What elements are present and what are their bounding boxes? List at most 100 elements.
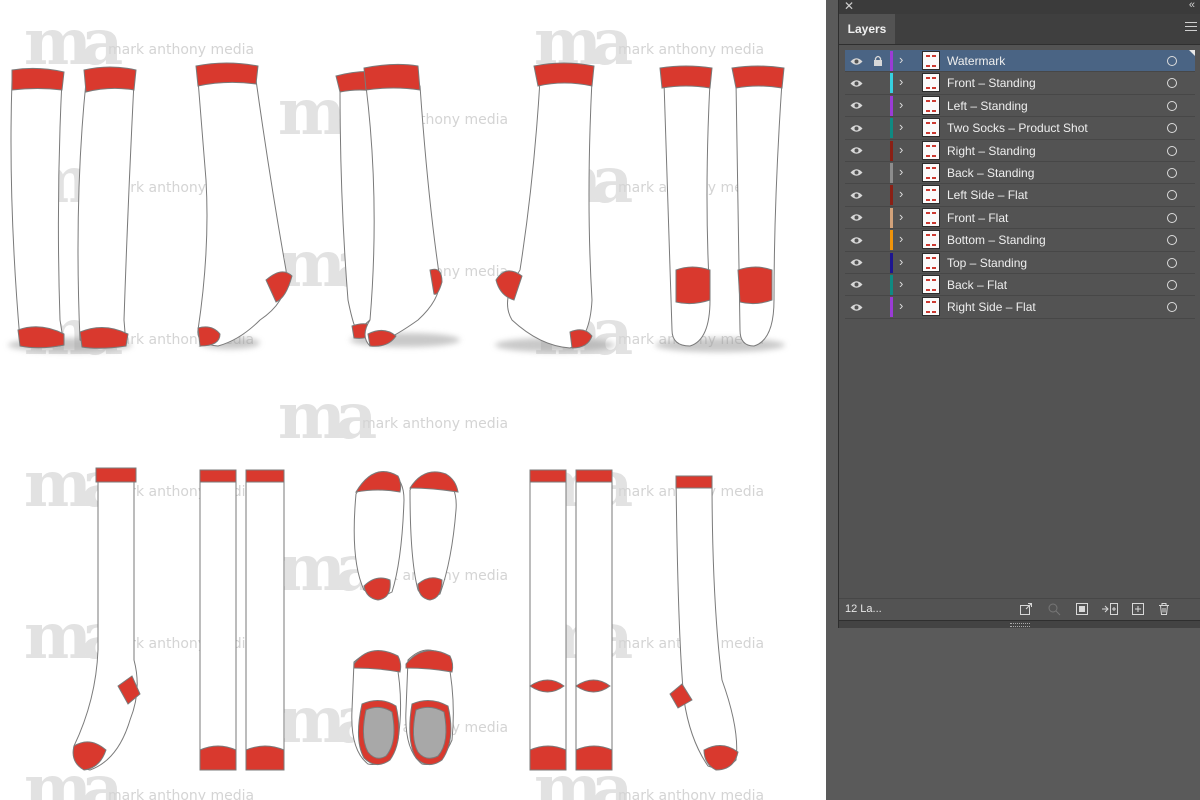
layer-row[interactable]: › Front – Standing [845,72,1195,95]
layer-name[interactable]: Right – Standing [947,144,1036,158]
layer-name[interactable]: Front – Flat [947,211,1008,225]
layer-color-swatch [890,185,893,206]
sock-back-standing-right [731,65,785,347]
chevron-right-icon[interactable]: › [899,209,903,224]
sock-right-standing [495,62,595,349]
layer-row[interactable]: › Front – Flat [845,207,1195,230]
make-clipping-mask-icon[interactable] [1075,602,1089,616]
layer-row[interactable]: › Right – Standing [845,140,1195,162]
target-circle-icon[interactable] [1167,257,1177,268]
close-icon[interactable]: ✕ [844,0,854,13]
layer-name[interactable]: Right Side – Flat [947,300,1036,314]
layer-row[interactable]: › Top – Standing [845,252,1195,274]
chevron-right-icon[interactable]: › [899,164,903,179]
sock-front-standing-left [10,67,65,349]
layer-row[interactable]: › Bottom – Standing [845,229,1195,252]
visibility-eye-icon[interactable] [849,233,863,247]
visibility-eye-icon[interactable] [849,166,863,180]
target-circle-icon[interactable] [1167,190,1177,201]
layer-row[interactable]: › Back – Standing [845,162,1195,185]
artboard-canvas[interactable]: ma mark anthony media ma mark anthony media… [0,0,826,800]
layer-color-swatch [890,95,893,116]
sock-front-flat-right [245,469,285,771]
visibility-eye-icon[interactable] [849,54,863,68]
chevron-right-icon[interactable]: › [899,142,903,157]
lock-toggle[interactable] [873,233,885,247]
watermark-text: mark anthony media [362,416,508,432]
layer-name[interactable]: Back – Flat [947,278,1007,292]
visibility-eye-icon[interactable] [849,256,863,270]
lock-toggle[interactable] [873,121,885,135]
chevron-right-icon[interactable]: › [899,276,903,291]
target-circle-icon[interactable] [1167,167,1177,178]
sock-front-standing-right [77,66,137,349]
layer-row[interactable]: › Watermark [845,50,1195,73]
visibility-eye-icon[interactable] [849,278,863,292]
target-circle-icon[interactable] [1167,145,1177,156]
search-icon[interactable] [1047,602,1061,616]
lock-toggle[interactable] [873,300,885,314]
layer-name[interactable]: Two Socks – Product Shot [947,121,1088,135]
collect-in-new-layer-icon[interactable] [1101,602,1119,616]
visibility-eye-icon[interactable] [849,76,863,90]
new-layer-icon[interactable] [1131,602,1145,616]
layer-row[interactable]: › Back – Flat [845,274,1195,297]
lock-toggle[interactable] [873,144,885,158]
layer-name[interactable]: Top – Standing [947,256,1027,270]
collapse-icon[interactable]: « [1189,0,1195,11]
sock-back-flat-left [529,469,567,771]
chevron-right-icon[interactable]: › [899,298,903,313]
chevron-right-icon[interactable]: › [899,52,903,67]
export-icon[interactable] [1019,602,1033,616]
layer-row[interactable]: › Left Side – Flat [845,184,1195,207]
lock-toggle[interactable] [873,76,885,90]
visibility-eye-icon[interactable] [849,300,863,314]
trash-icon[interactable] [1157,602,1171,616]
layer-name[interactable]: Watermark [947,54,1005,68]
chevron-right-icon[interactable]: › [899,119,903,134]
target-circle-icon[interactable] [1167,302,1177,313]
visibility-eye-icon[interactable] [849,211,863,225]
chevron-right-icon[interactable]: › [899,97,903,112]
layer-thumbnail [922,185,940,205]
target-circle-icon[interactable] [1167,212,1177,223]
chevron-right-icon[interactable]: › [899,231,903,246]
hamburger-menu-icon[interactable] [1185,22,1197,34]
lock-toggle[interactable] [873,278,885,292]
tab-layers[interactable]: Layers [839,14,895,44]
target-circle-icon[interactable] [1167,279,1177,290]
layer-row[interactable]: › Two Socks – Product Shot [845,117,1195,140]
target-circle-icon[interactable] [1167,235,1177,246]
visibility-eye-icon[interactable] [849,144,863,158]
lock-toggle[interactable] [873,188,885,202]
sock-right-side-flat [669,475,739,771]
layer-row[interactable]: › Right Side – Flat [845,296,1195,319]
watermark-text: mark anthony media [108,42,254,58]
visibility-eye-icon[interactable] [849,121,863,135]
target-circle-icon[interactable] [1167,56,1177,66]
chevron-right-icon[interactable]: › [899,254,903,269]
layer-name[interactable]: Back – Standing [947,166,1034,180]
workspace-background [838,628,1200,800]
layer-name[interactable]: Left – Standing [947,99,1028,113]
lock-toggle[interactable] [873,211,885,225]
lock-toggle[interactable] [873,99,885,113]
target-circle-icon[interactable] [1167,100,1177,111]
chevron-right-icon[interactable]: › [899,74,903,89]
visibility-eye-icon[interactable] [849,188,863,202]
chevron-right-icon[interactable]: › [899,186,903,201]
lock-icon[interactable] [873,54,885,68]
visibility-eye-icon[interactable] [849,99,863,113]
layer-color-swatch [890,73,893,94]
layer-name[interactable]: Front – Standing [947,76,1036,90]
target-circle-icon[interactable] [1167,123,1177,134]
layer-color-swatch [890,274,893,295]
lock-toggle[interactable] [873,256,885,270]
layer-name[interactable]: Bottom – Standing [947,233,1046,247]
sock-bottom-standing-left [351,650,402,765]
layer-name[interactable]: Left Side – Flat [947,188,1028,202]
lock-toggle[interactable] [873,166,885,180]
selection-indicator [1189,50,1195,56]
layer-row[interactable]: › Left – Standing [845,95,1195,118]
target-circle-icon[interactable] [1167,78,1177,89]
